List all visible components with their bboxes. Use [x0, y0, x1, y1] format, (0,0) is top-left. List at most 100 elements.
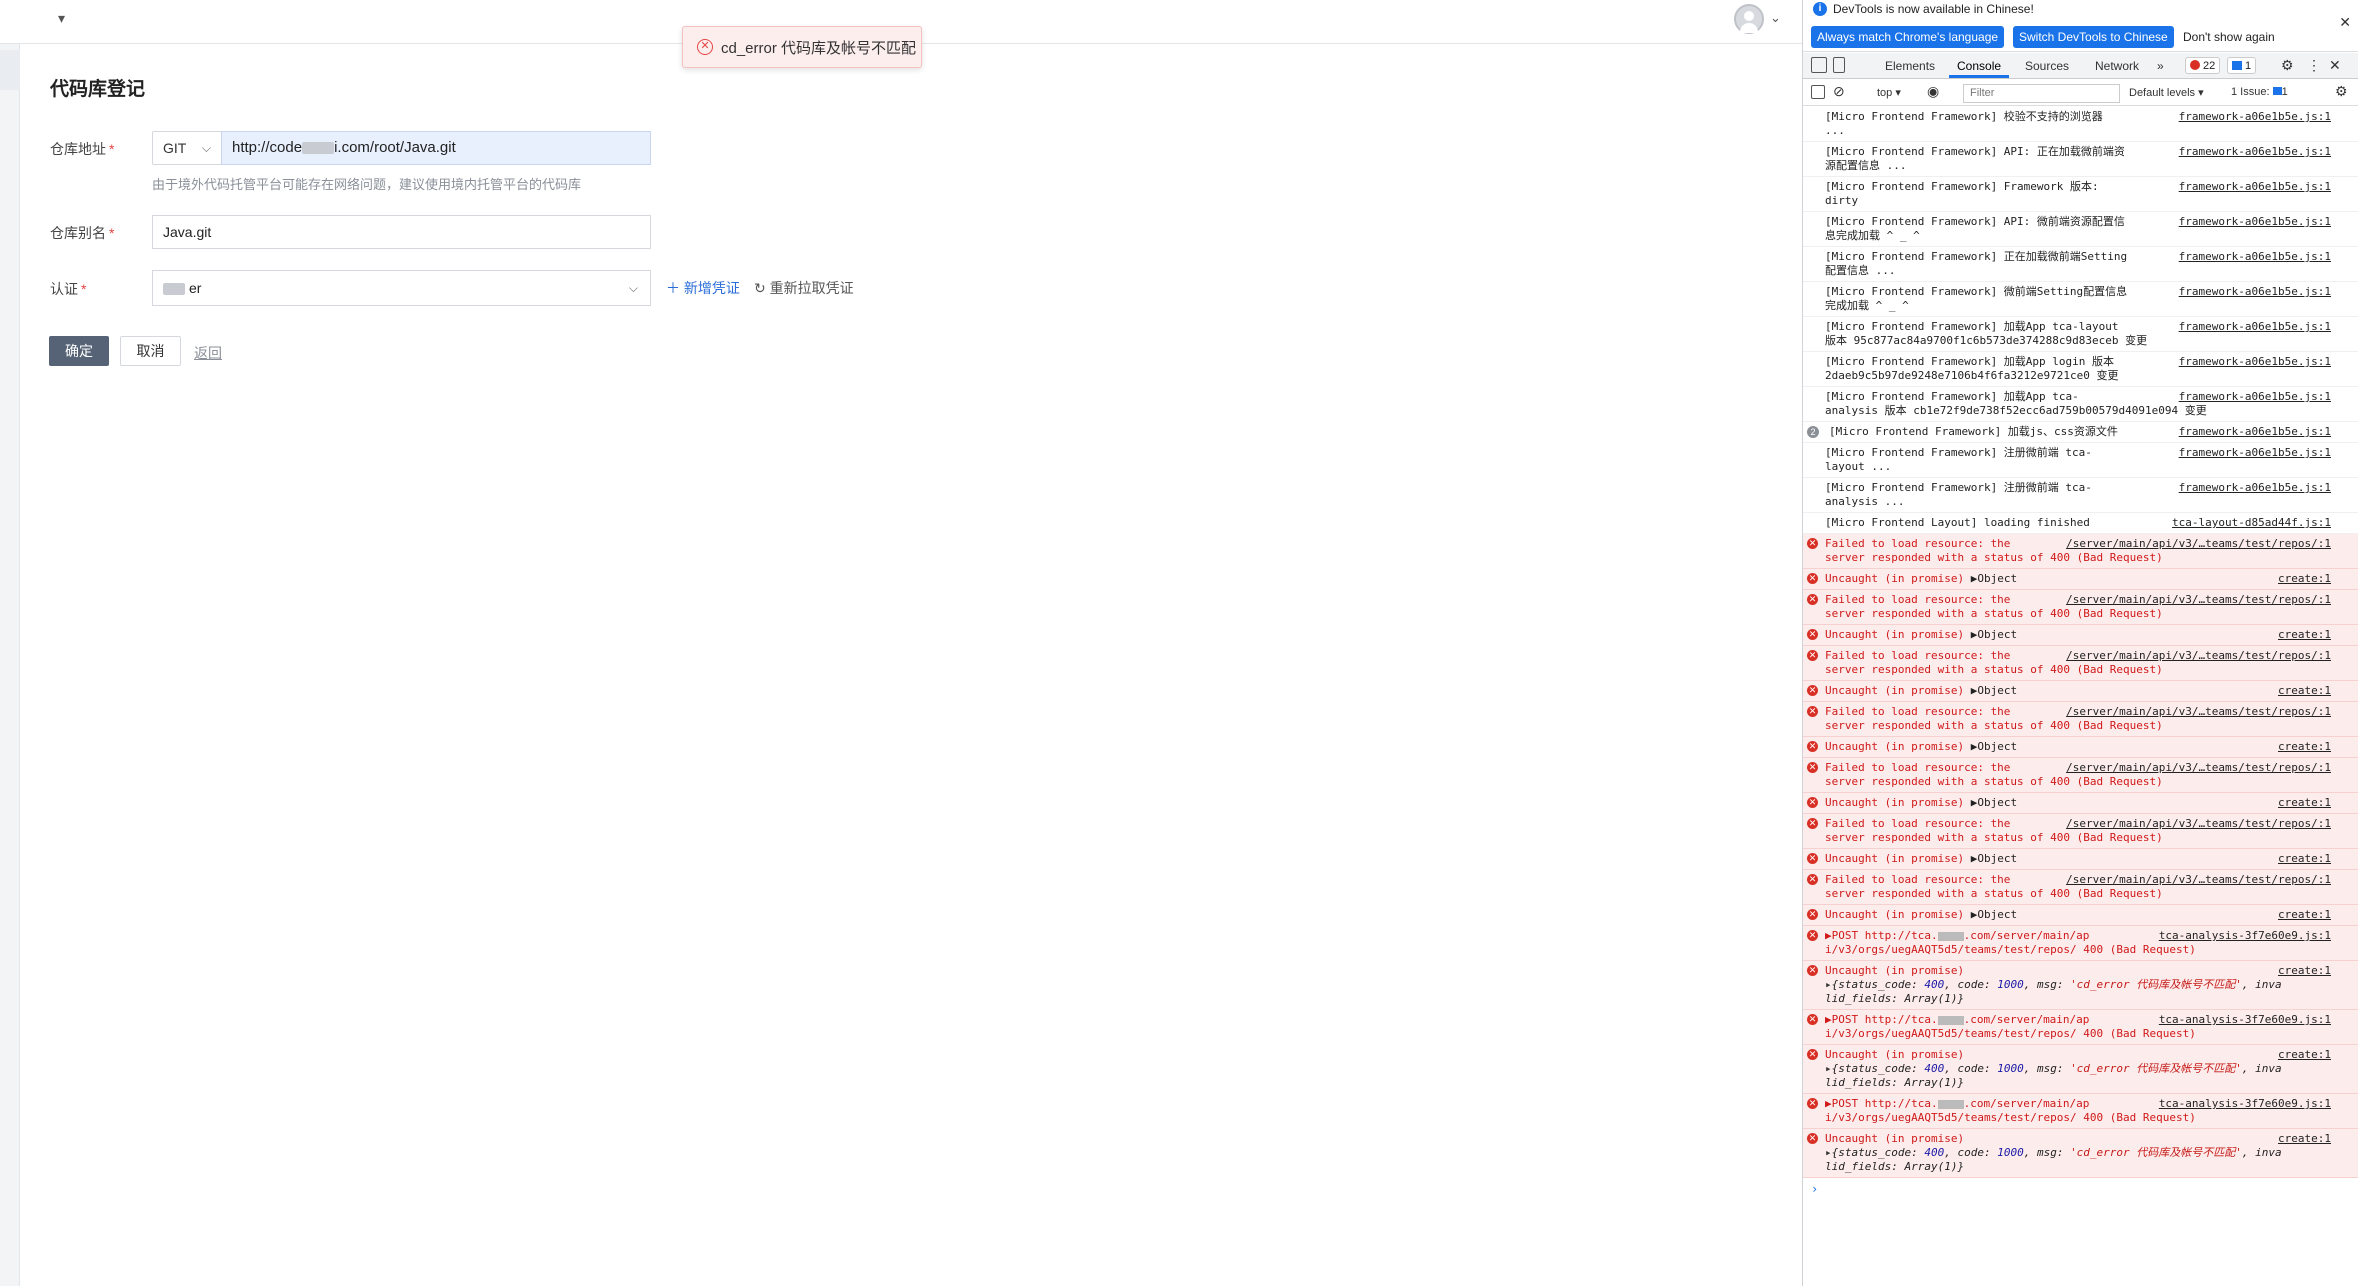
- log-text: [Micro Frontend Framework] 校验不支持的浏览器 ...: [1825, 110, 2103, 137]
- more-tabs-icon[interactable]: »: [2157, 59, 2164, 73]
- post-text[interactable]: ▶POST http://tca.: [1825, 929, 1938, 942]
- switch-chinese-button[interactable]: Switch DevTools to Chinese: [2013, 26, 2174, 48]
- filter-input[interactable]: Filter: [1963, 84, 2120, 103]
- expand-object-toggle[interactable]: ▶Object: [1971, 628, 2017, 641]
- source-link[interactable]: /server/main/api/v3/…teams/test/repos/:1: [2066, 537, 2331, 551]
- source-link[interactable]: create:1: [2278, 740, 2331, 754]
- object-value: 'cd_error 代码库及帐号不匹配': [2070, 978, 2242, 991]
- tab-network[interactable]: Network: [2095, 59, 2139, 73]
- close-icon[interactable]: ✕: [2339, 14, 2351, 31]
- error-text: Uncaught (in promise): [1825, 740, 1971, 753]
- source-link[interactable]: /server/main/api/v3/…teams/test/repos/:1: [2066, 817, 2331, 831]
- expand-object-toggle[interactable]: ▶Object: [1971, 572, 2017, 585]
- close-devtools-icon[interactable]: ✕: [2329, 57, 2341, 74]
- tab-elements[interactable]: Elements: [1885, 59, 1935, 73]
- expand-object-toggle[interactable]: ▶Object: [1971, 740, 2017, 753]
- expand-triangle-icon[interactable]: ▸: [1825, 978, 1832, 991]
- source-link[interactable]: create:1: [2278, 1132, 2331, 1146]
- app-page: ▾ ⌄ ✕ cd_error 代码库及帐号不匹配 代码库登记 仓库地址 * GIT…: [0, 0, 1802, 1286]
- alias-input[interactable]: Java.git: [152, 215, 651, 249]
- source-link[interactable]: framework-a06e1b5e.js:1: [2179, 481, 2331, 495]
- source-link[interactable]: create:1: [2278, 628, 2331, 642]
- clear-console-icon[interactable]: ⊘: [1833, 83, 1845, 100]
- context-select[interactable]: top ▾: [1877, 86, 1901, 99]
- source-link[interactable]: create:1: [2278, 964, 2331, 978]
- source-link[interactable]: tca-layout-d85ad44f.js:1: [2172, 516, 2331, 530]
- refresh-icon: ↻: [754, 280, 766, 296]
- console-error-row: ✕ Uncaught (in promise) create:1 ▸{status_…: [1803, 961, 2358, 1010]
- source-link[interactable]: create:1: [2278, 852, 2331, 866]
- source-link[interactable]: framework-a06e1b5e.js:1: [2179, 145, 2331, 159]
- gear-icon[interactable]: ⚙: [2335, 83, 2348, 100]
- source-link[interactable]: framework-a06e1b5e.js:1: [2179, 320, 2331, 334]
- post-text[interactable]: ▶POST http://tca.: [1825, 1013, 1938, 1026]
- source-link[interactable]: framework-a06e1b5e.js:1: [2179, 180, 2331, 194]
- expand-object-toggle[interactable]: ▶Object: [1971, 908, 2017, 921]
- x-circle-icon: ✕: [1807, 762, 1818, 773]
- source-link[interactable]: tca-analysis-3f7e60e9.js:1: [2158, 1013, 2331, 1027]
- refresh-credential-link[interactable]: ↻ 重新拉取凭证: [754, 278, 854, 298]
- source-link[interactable]: create:1: [2278, 796, 2331, 810]
- gear-icon[interactable]: ⚙: [2281, 57, 2294, 74]
- source-link[interactable]: framework-a06e1b5e.js:1: [2179, 110, 2331, 124]
- repo-url-input[interactable]: http://code i.com/root/Java.git: [221, 131, 651, 165]
- source-link[interactable]: create:1: [2278, 908, 2331, 922]
- x-circle-icon: ✕: [1807, 538, 1818, 549]
- object-key: {status_code:: [1831, 1146, 1925, 1159]
- inspect-icon[interactable]: [1811, 57, 1827, 73]
- match-language-button[interactable]: Always match Chrome's language: [1811, 26, 2005, 48]
- post-text[interactable]: ▶POST http://tca.: [1825, 1097, 1938, 1110]
- source-link[interactable]: framework-a06e1b5e.js:1: [2179, 285, 2331, 299]
- expand-triangle-icon[interactable]: ▸: [1825, 1062, 1832, 1075]
- issues-button[interactable]: 1 Issue: 1: [2231, 86, 2288, 98]
- expand-triangle-icon[interactable]: ▸: [1825, 1146, 1832, 1159]
- source-link[interactable]: create:1: [2278, 1048, 2331, 1062]
- eye-icon[interactable]: ◉: [1927, 83, 1939, 100]
- device-toolbar-icon[interactable]: [1833, 57, 1845, 73]
- issue-icon: [2272, 87, 2282, 95]
- log-levels-select[interactable]: Default levels ▾: [2129, 86, 2204, 99]
- x-circle-icon: ✕: [1807, 930, 1818, 941]
- expand-object-toggle[interactable]: ▶Object: [1971, 796, 2017, 809]
- chevron-down-icon: ⌵: [201, 141, 211, 155]
- add-credential-link[interactable]: ＋ 新增凭证: [666, 278, 740, 298]
- x-circle-icon: ✕: [1807, 797, 1818, 808]
- console-error-row: ✕ Failed to load resource: the server res…: [1803, 814, 2358, 849]
- expand-object-toggle[interactable]: ▶Object: [1971, 684, 2017, 697]
- kebab-menu-icon[interactable]: ⋮: [2307, 57, 2321, 74]
- auth-select[interactable]: er ⌵: [152, 270, 651, 306]
- source-link[interactable]: framework-a06e1b5e.js:1: [2179, 250, 2331, 264]
- source-link[interactable]: /server/main/api/v3/…teams/test/repos/:1: [2066, 649, 2331, 663]
- back-link[interactable]: 返回: [194, 343, 222, 363]
- tab-console[interactable]: Console: [1957, 59, 2001, 73]
- error-object: {status_code: 400, code: 1000, msg: 'cd_…: [1825, 1146, 2282, 1173]
- avatar[interactable]: [1734, 4, 1764, 34]
- source-link[interactable]: framework-a06e1b5e.js:1: [2179, 446, 2331, 460]
- repo-type-select[interactable]: GIT ⌵: [152, 131, 222, 165]
- error-object: {status_code: 400, code: 1000, msg: 'cd_…: [1825, 1062, 2282, 1089]
- source-link[interactable]: framework-a06e1b5e.js:1: [2179, 425, 2331, 439]
- source-link[interactable]: framework-a06e1b5e.js:1: [2179, 390, 2331, 404]
- source-link[interactable]: create:1: [2278, 572, 2331, 586]
- source-link[interactable]: tca-analysis-3f7e60e9.js:1: [2158, 929, 2331, 943]
- dont-show-again-button[interactable]: Don't show again: [2177, 26, 2281, 48]
- source-link[interactable]: create:1: [2278, 684, 2331, 698]
- cancel-button[interactable]: 取消: [120, 336, 181, 366]
- chevron-down-icon[interactable]: ▾: [58, 10, 65, 27]
- source-link[interactable]: tca-analysis-3f7e60e9.js:1: [2158, 1097, 2331, 1111]
- tab-sources[interactable]: Sources: [2025, 59, 2069, 73]
- message-count-badge[interactable]: 1: [2227, 57, 2257, 74]
- sidebar-toggle-icon[interactable]: [1811, 85, 1825, 99]
- source-link[interactable]: /server/main/api/v3/…teams/test/repos/:1: [2066, 705, 2331, 719]
- expand-object-toggle[interactable]: ▶Object: [1971, 852, 2017, 865]
- error-count-badge[interactable]: 22: [2185, 57, 2221, 74]
- confirm-button[interactable]: 确定: [49, 336, 109, 366]
- object-value: 1000: [1997, 978, 2024, 991]
- source-link[interactable]: framework-a06e1b5e.js:1: [2179, 355, 2331, 369]
- source-link[interactable]: framework-a06e1b5e.js:1: [2179, 215, 2331, 229]
- source-link[interactable]: /server/main/api/v3/…teams/test/repos/:1: [2066, 873, 2331, 887]
- source-link[interactable]: /server/main/api/v3/…teams/test/repos/:1: [2066, 593, 2331, 607]
- chevron-down-icon[interactable]: ⌄: [1770, 10, 1781, 26]
- console-prompt[interactable]: ›: [1803, 1178, 2358, 1200]
- source-link[interactable]: /server/main/api/v3/…teams/test/repos/:1: [2066, 761, 2331, 775]
